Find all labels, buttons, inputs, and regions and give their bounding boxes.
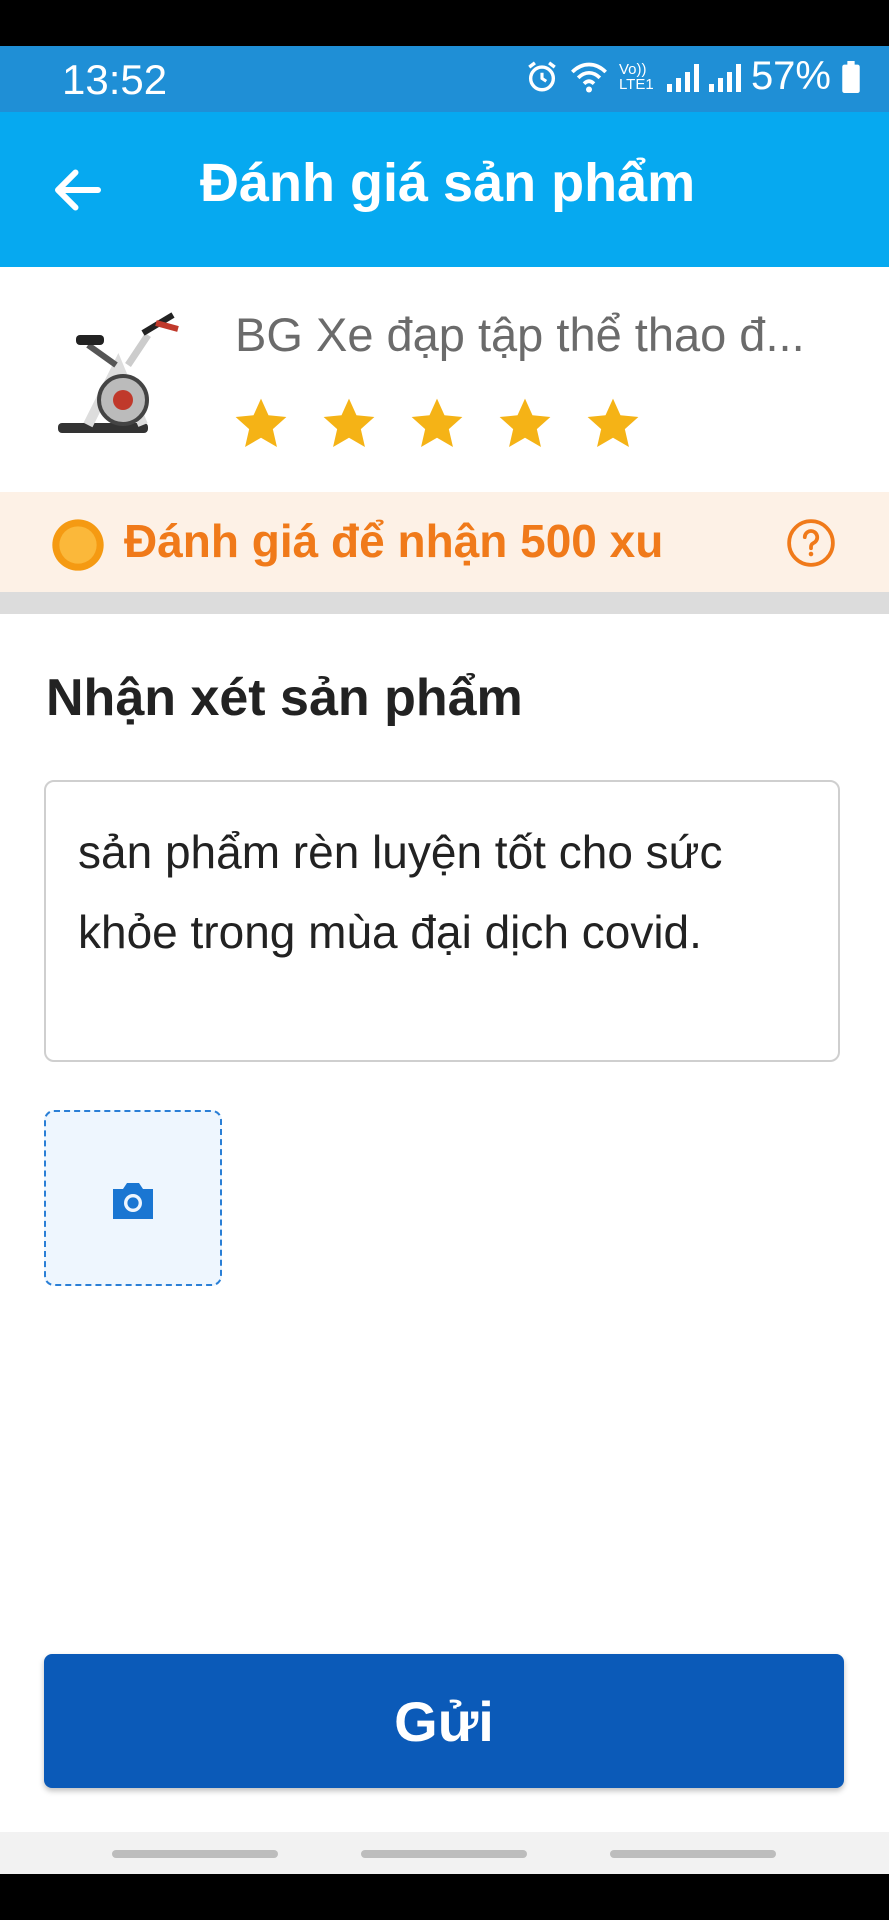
- star-icon[interactable]: [320, 395, 378, 453]
- submit-button[interactable]: Gửi: [44, 1654, 844, 1788]
- nav-recents-button[interactable]: [112, 1850, 278, 1858]
- network-type-label: Vo)) LTE1: [618, 60, 654, 93]
- status-time: 13:52: [62, 56, 168, 103]
- wifi-icon: [570, 62, 607, 92]
- nav-home-button[interactable]: [361, 1850, 527, 1858]
- product-summary: BG Xe đạp tập thể thao đ...: [0, 267, 889, 492]
- add-photo-button[interactable]: [44, 1110, 222, 1286]
- camera-icon: [113, 1183, 153, 1219]
- bottom-black-bar: [0, 1874, 889, 1920]
- section-title: Nhận xét sản phẩm: [46, 669, 523, 727]
- coin-icon: [52, 519, 104, 571]
- star-icon[interactable]: [496, 395, 554, 453]
- status-icons: Vo)) LTE1 57%: [525, 54, 861, 99]
- signal-icon-2: [708, 62, 741, 92]
- product-image: [48, 305, 188, 455]
- back-button[interactable]: [48, 160, 108, 220]
- star-icon[interactable]: [584, 395, 642, 453]
- app-bar: Đánh giá sản phẩm: [0, 112, 889, 267]
- nav-back-button[interactable]: [610, 1850, 776, 1858]
- reward-text: Đánh giá để nhận 500 xu: [124, 515, 664, 567]
- battery-icon: [842, 60, 860, 93]
- arrow-left-icon: [55, 169, 101, 211]
- reward-banner: Đánh giá để nhận 500 xu: [0, 492, 889, 592]
- signal-icon-1: [666, 62, 699, 92]
- star-icon[interactable]: [408, 395, 466, 453]
- star-rating: [232, 395, 642, 453]
- product-name: BG Xe đạp tập thể thao đ...: [235, 308, 805, 361]
- star-icon[interactable]: [232, 395, 290, 453]
- alarm-icon: [528, 60, 556, 91]
- top-black-bar: [0, 0, 889, 46]
- battery-percent: 57%: [750, 54, 831, 98]
- comment-text: sản phẩm rèn luyện tốt cho sức khỏe tron…: [78, 826, 723, 958]
- section-divider: [0, 592, 889, 614]
- system-nav-bar: [0, 1832, 889, 1874]
- comment-textarea[interactable]: sản phẩm rèn luyện tốt cho sức khỏe tron…: [44, 780, 840, 1062]
- help-icon[interactable]: [786, 518, 836, 568]
- status-bar: 13:52 Vo)) LTE1 57%: [0, 46, 889, 112]
- page-title: Đánh giá sản phẩm: [200, 153, 696, 213]
